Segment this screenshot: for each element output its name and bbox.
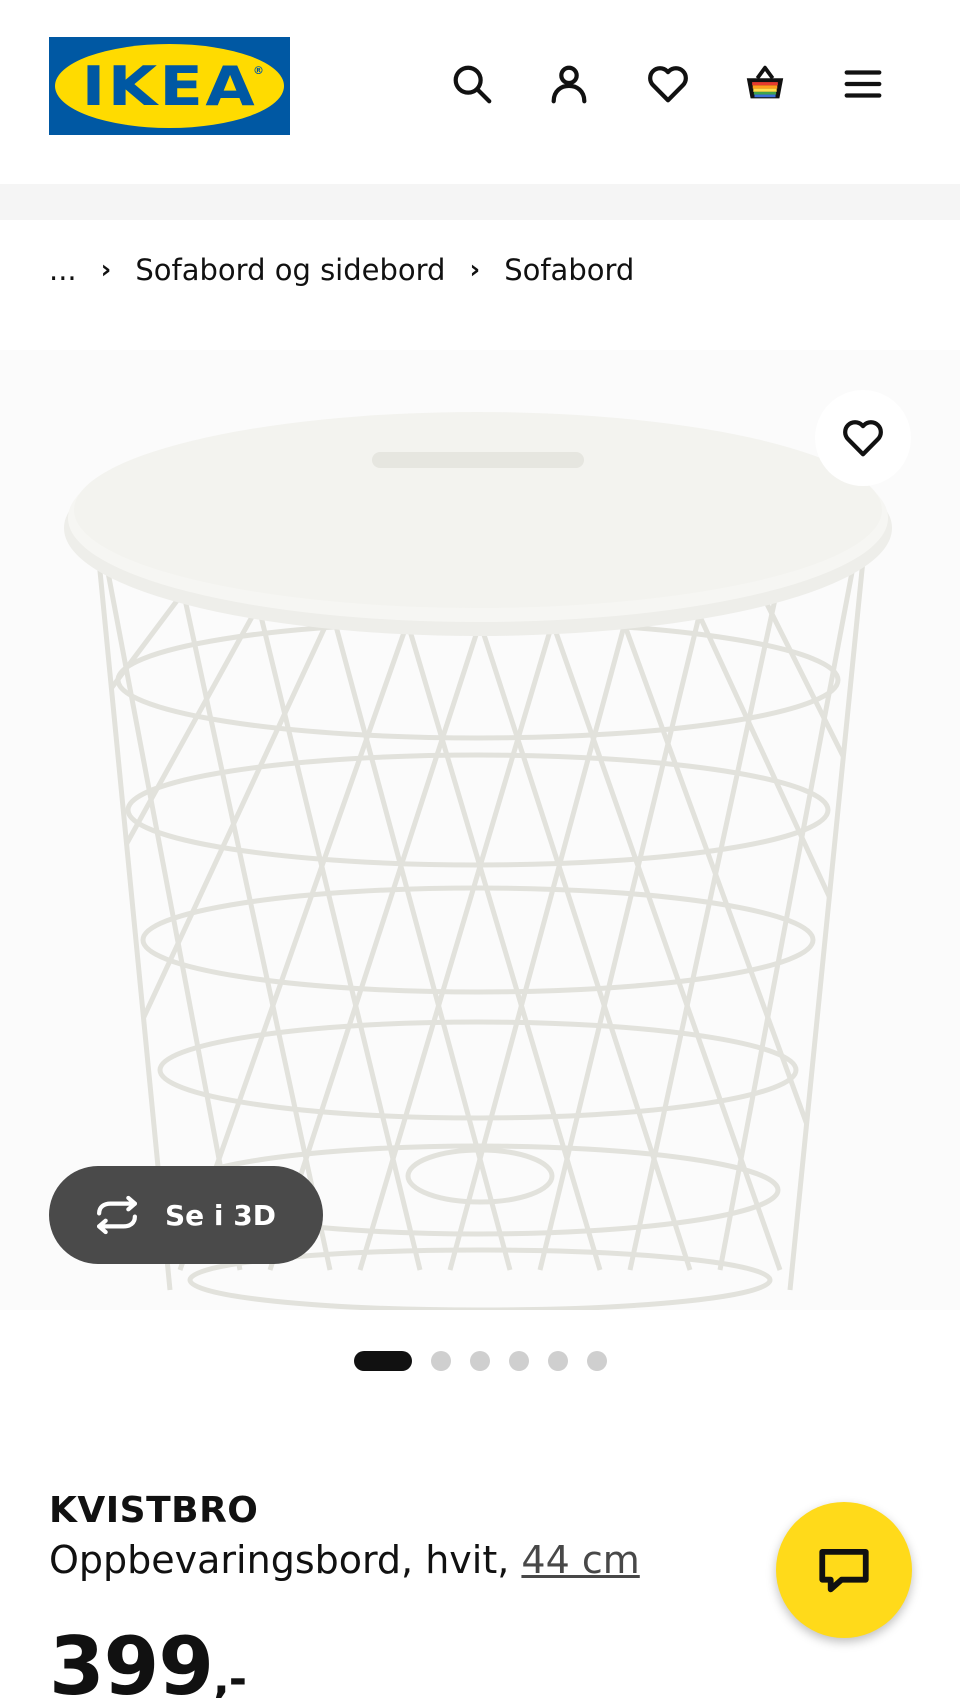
breadcrumb-ellipsis[interactable]: ... [49,253,77,287]
carousel-dot[interactable] [548,1351,568,1371]
price-suffix: ,- [213,1654,247,1698]
heart-icon [843,420,883,457]
carousel-dot[interactable] [509,1351,529,1371]
view-in-3d-label: Se i 3D [165,1198,276,1232]
search-icon[interactable] [444,56,500,112]
chat-button[interactable] [776,1502,912,1638]
image-carousel-dots [354,1350,626,1372]
chevron-right-icon: › [469,255,481,285]
logo-registered-mark: ® [253,64,264,77]
ikea-logo[interactable]: IKEA ® [49,37,290,135]
menu-icon[interactable] [835,56,891,112]
carousel-dot[interactable] [470,1351,490,1371]
chevron-right-icon: › [100,255,112,285]
rotate-3d-icon [97,1195,137,1235]
product-price: 399,- [49,1620,247,1698]
carousel-dot[interactable] [431,1351,451,1371]
logo-text: IKEA [81,54,258,118]
carousel-dot[interactable] [587,1351,607,1371]
logo-oval: IKEA ® [55,44,284,128]
breadcrumb-item-sofabord[interactable]: Sofabord [504,253,634,287]
basket-icon[interactable] [737,56,793,112]
user-icon[interactable] [541,56,597,112]
add-to-favourites-button[interactable] [815,390,911,486]
product-description: Oppbevaringsbord, hvit, 44 cm [49,1538,640,1582]
product-name: KVISTBRO [49,1490,259,1531]
price-main: 399 [49,1620,214,1698]
breadcrumb-item-sofabord-og-sidebord[interactable]: Sofabord og sidebord [135,253,445,287]
breadcrumb: ... › Sofabord og sidebord › Sofabord [49,248,634,292]
site-header: IKEA ® [0,0,960,184]
view-in-3d-button[interactable]: Se i 3D [49,1166,323,1264]
heart-icon[interactable] [640,56,696,112]
product-size-link[interactable]: 44 cm [521,1538,639,1582]
chat-bubble-icon [819,1548,869,1593]
product-description-text: Oppbevaringsbord, hvit, [49,1538,510,1582]
carousel-dot-active[interactable] [354,1351,412,1371]
header-divider-band [0,184,960,220]
